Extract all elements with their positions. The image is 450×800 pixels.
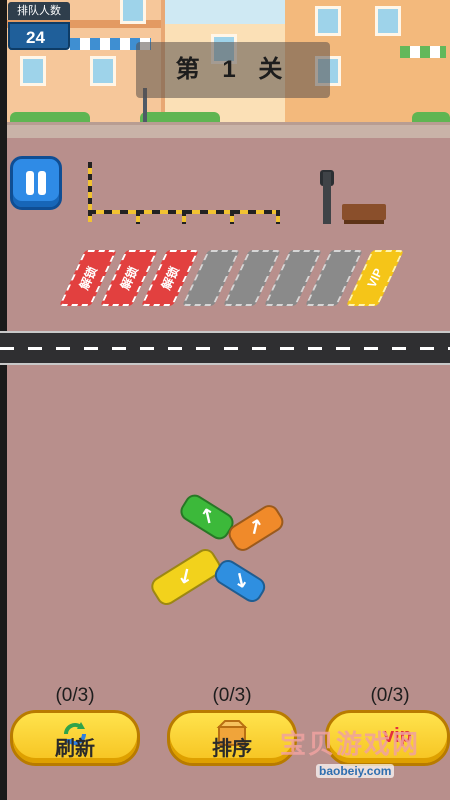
arrow-down-left-icon: ↙ (173, 563, 199, 591)
third-count: (0/3) (370, 685, 410, 706)
sidewalk (0, 122, 450, 138)
sort-button[interactable]: 排序 (167, 710, 297, 766)
watermark-text: 宝贝游戏网 (280, 729, 421, 759)
queue-count: 24 (8, 22, 70, 50)
sort-label: 排序 (212, 738, 252, 760)
site-watermark: 宝贝游戏网 baobeiy.com (280, 718, 450, 788)
refresh-label: 刷新 (55, 738, 95, 760)
car-orange[interactable]: ↗ (224, 501, 288, 555)
bus-yellow[interactable]: ↙ (147, 545, 225, 609)
left-border (0, 0, 7, 800)
bench (342, 204, 386, 220)
sort-count: (0/3) (212, 685, 252, 706)
car-blue[interactable]: ↘ (211, 556, 269, 606)
arrow-up-right-icon: ↗ (243, 514, 269, 542)
refresh-button[interactable]: 刷新 (10, 710, 140, 766)
road (0, 331, 450, 365)
queue-label: 排队人数 (8, 2, 70, 20)
arrow-up-left-icon: ↖ (194, 503, 220, 531)
arrow-down-right-icon: ↘ (227, 567, 253, 595)
level-title: 第 1 关 (136, 42, 330, 98)
refresh-count: (0/3) (55, 685, 95, 706)
watermark-url: baobeiy.com (316, 764, 395, 778)
street-lamp (323, 172, 331, 224)
pause-button[interactable] (10, 156, 62, 210)
queue-counter: 排队人数 24 (8, 2, 70, 52)
